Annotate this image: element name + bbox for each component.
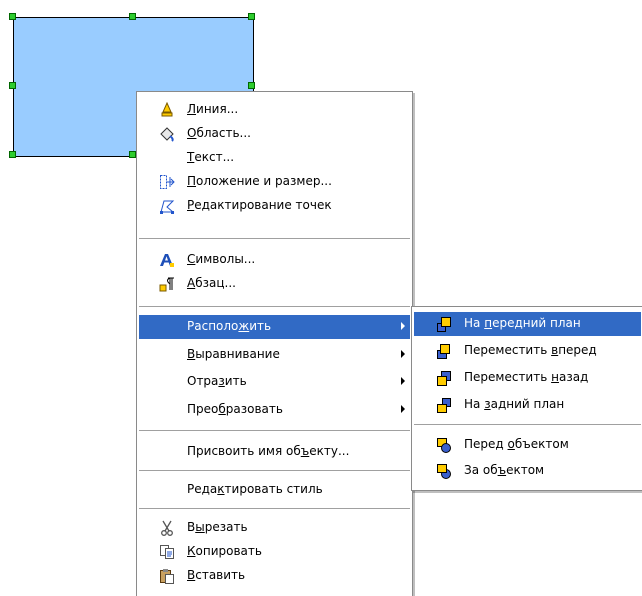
bring-to-front-icon	[436, 316, 452, 332]
menu-item-line[interactable]: Линия...	[139, 98, 410, 122]
submenu-item-in-front-of-object[interactable]: Перед объектом	[414, 433, 641, 457]
menu-item-characters[interactable]: Символы...	[139, 248, 410, 272]
send-to-back-icon	[436, 397, 452, 413]
send-backward-icon	[436, 370, 452, 386]
submenu-item-send-backward[interactable]: Переместить назад	[414, 366, 641, 390]
menu-item-edit-style[interactable]: Редактировать стиль	[139, 478, 410, 502]
menu-item-edit-points[interactable]: Редактирование точек	[139, 194, 410, 218]
resize-handle-bottom-left[interactable]	[9, 151, 16, 158]
menu-item-convert[interactable]: Преобразовать	[139, 398, 410, 422]
in-front-of-object-icon	[436, 437, 452, 453]
edit-points-icon	[159, 198, 175, 214]
context-menu: Линия... Область... Текст... Положение и…	[136, 91, 413, 596]
area-icon	[159, 126, 175, 142]
behind-object-icon	[436, 463, 452, 479]
position-size-icon	[159, 174, 175, 190]
menu-item-flip[interactable]: Отразить	[139, 370, 410, 394]
menu-separator	[139, 430, 410, 432]
resize-handle-middle-right[interactable]	[248, 82, 255, 89]
submenu-arrow-icon	[401, 377, 405, 385]
menu-item-name-object[interactable]: Присвоить имя объекту...	[139, 440, 410, 464]
menu-item-paste[interactable]: Вставить	[139, 564, 410, 588]
submenu-item-behind-object[interactable]: За объектом	[414, 459, 641, 483]
menu-item-cut[interactable]: Вырезать	[139, 516, 410, 540]
resize-handle-bottom-center[interactable]	[129, 151, 136, 158]
menu-item-alignment[interactable]: Выравнивание	[139, 343, 410, 367]
bring-forward-icon	[436, 343, 452, 359]
submenu-item-send-to-back[interactable]: На задний план	[414, 393, 641, 417]
menu-separator	[414, 424, 641, 426]
characters-icon	[159, 252, 175, 268]
resize-handle-top-left[interactable]	[9, 13, 16, 20]
resize-handle-top-center[interactable]	[129, 13, 136, 20]
menu-separator	[139, 306, 410, 308]
menu-item-paragraph[interactable]: Абзац...	[139, 272, 410, 296]
menu-item-area[interactable]: Область...	[139, 122, 410, 146]
menu-separator	[139, 470, 410, 472]
submenu-arrow-icon	[401, 350, 405, 358]
copy-icon	[159, 544, 175, 560]
menu-item-copy[interactable]: Копировать	[139, 540, 410, 564]
menu-item-text[interactable]: Текст...	[139, 146, 410, 170]
paragraph-icon	[159, 276, 175, 292]
submenu-item-bring-to-front[interactable]: На передний план	[414, 312, 641, 336]
submenu-arrow-icon	[401, 405, 405, 413]
menu-item-arrange[interactable]: Расположить	[139, 315, 410, 339]
scissors-icon	[159, 520, 175, 536]
resize-handle-top-right[interactable]	[248, 13, 255, 20]
resize-handle-middle-left[interactable]	[9, 82, 16, 89]
menu-separator	[139, 508, 410, 510]
submenu-arrow-icon	[401, 322, 405, 330]
arrange-submenu: На передний план Переместить вперед Пере…	[411, 306, 642, 491]
submenu-item-bring-forward[interactable]: Переместить вперед	[414, 339, 641, 363]
menu-separator	[139, 238, 410, 240]
menu-item-position-size[interactable]: Положение и размер...	[139, 170, 410, 194]
paste-icon	[159, 568, 175, 584]
line-icon	[159, 102, 175, 118]
